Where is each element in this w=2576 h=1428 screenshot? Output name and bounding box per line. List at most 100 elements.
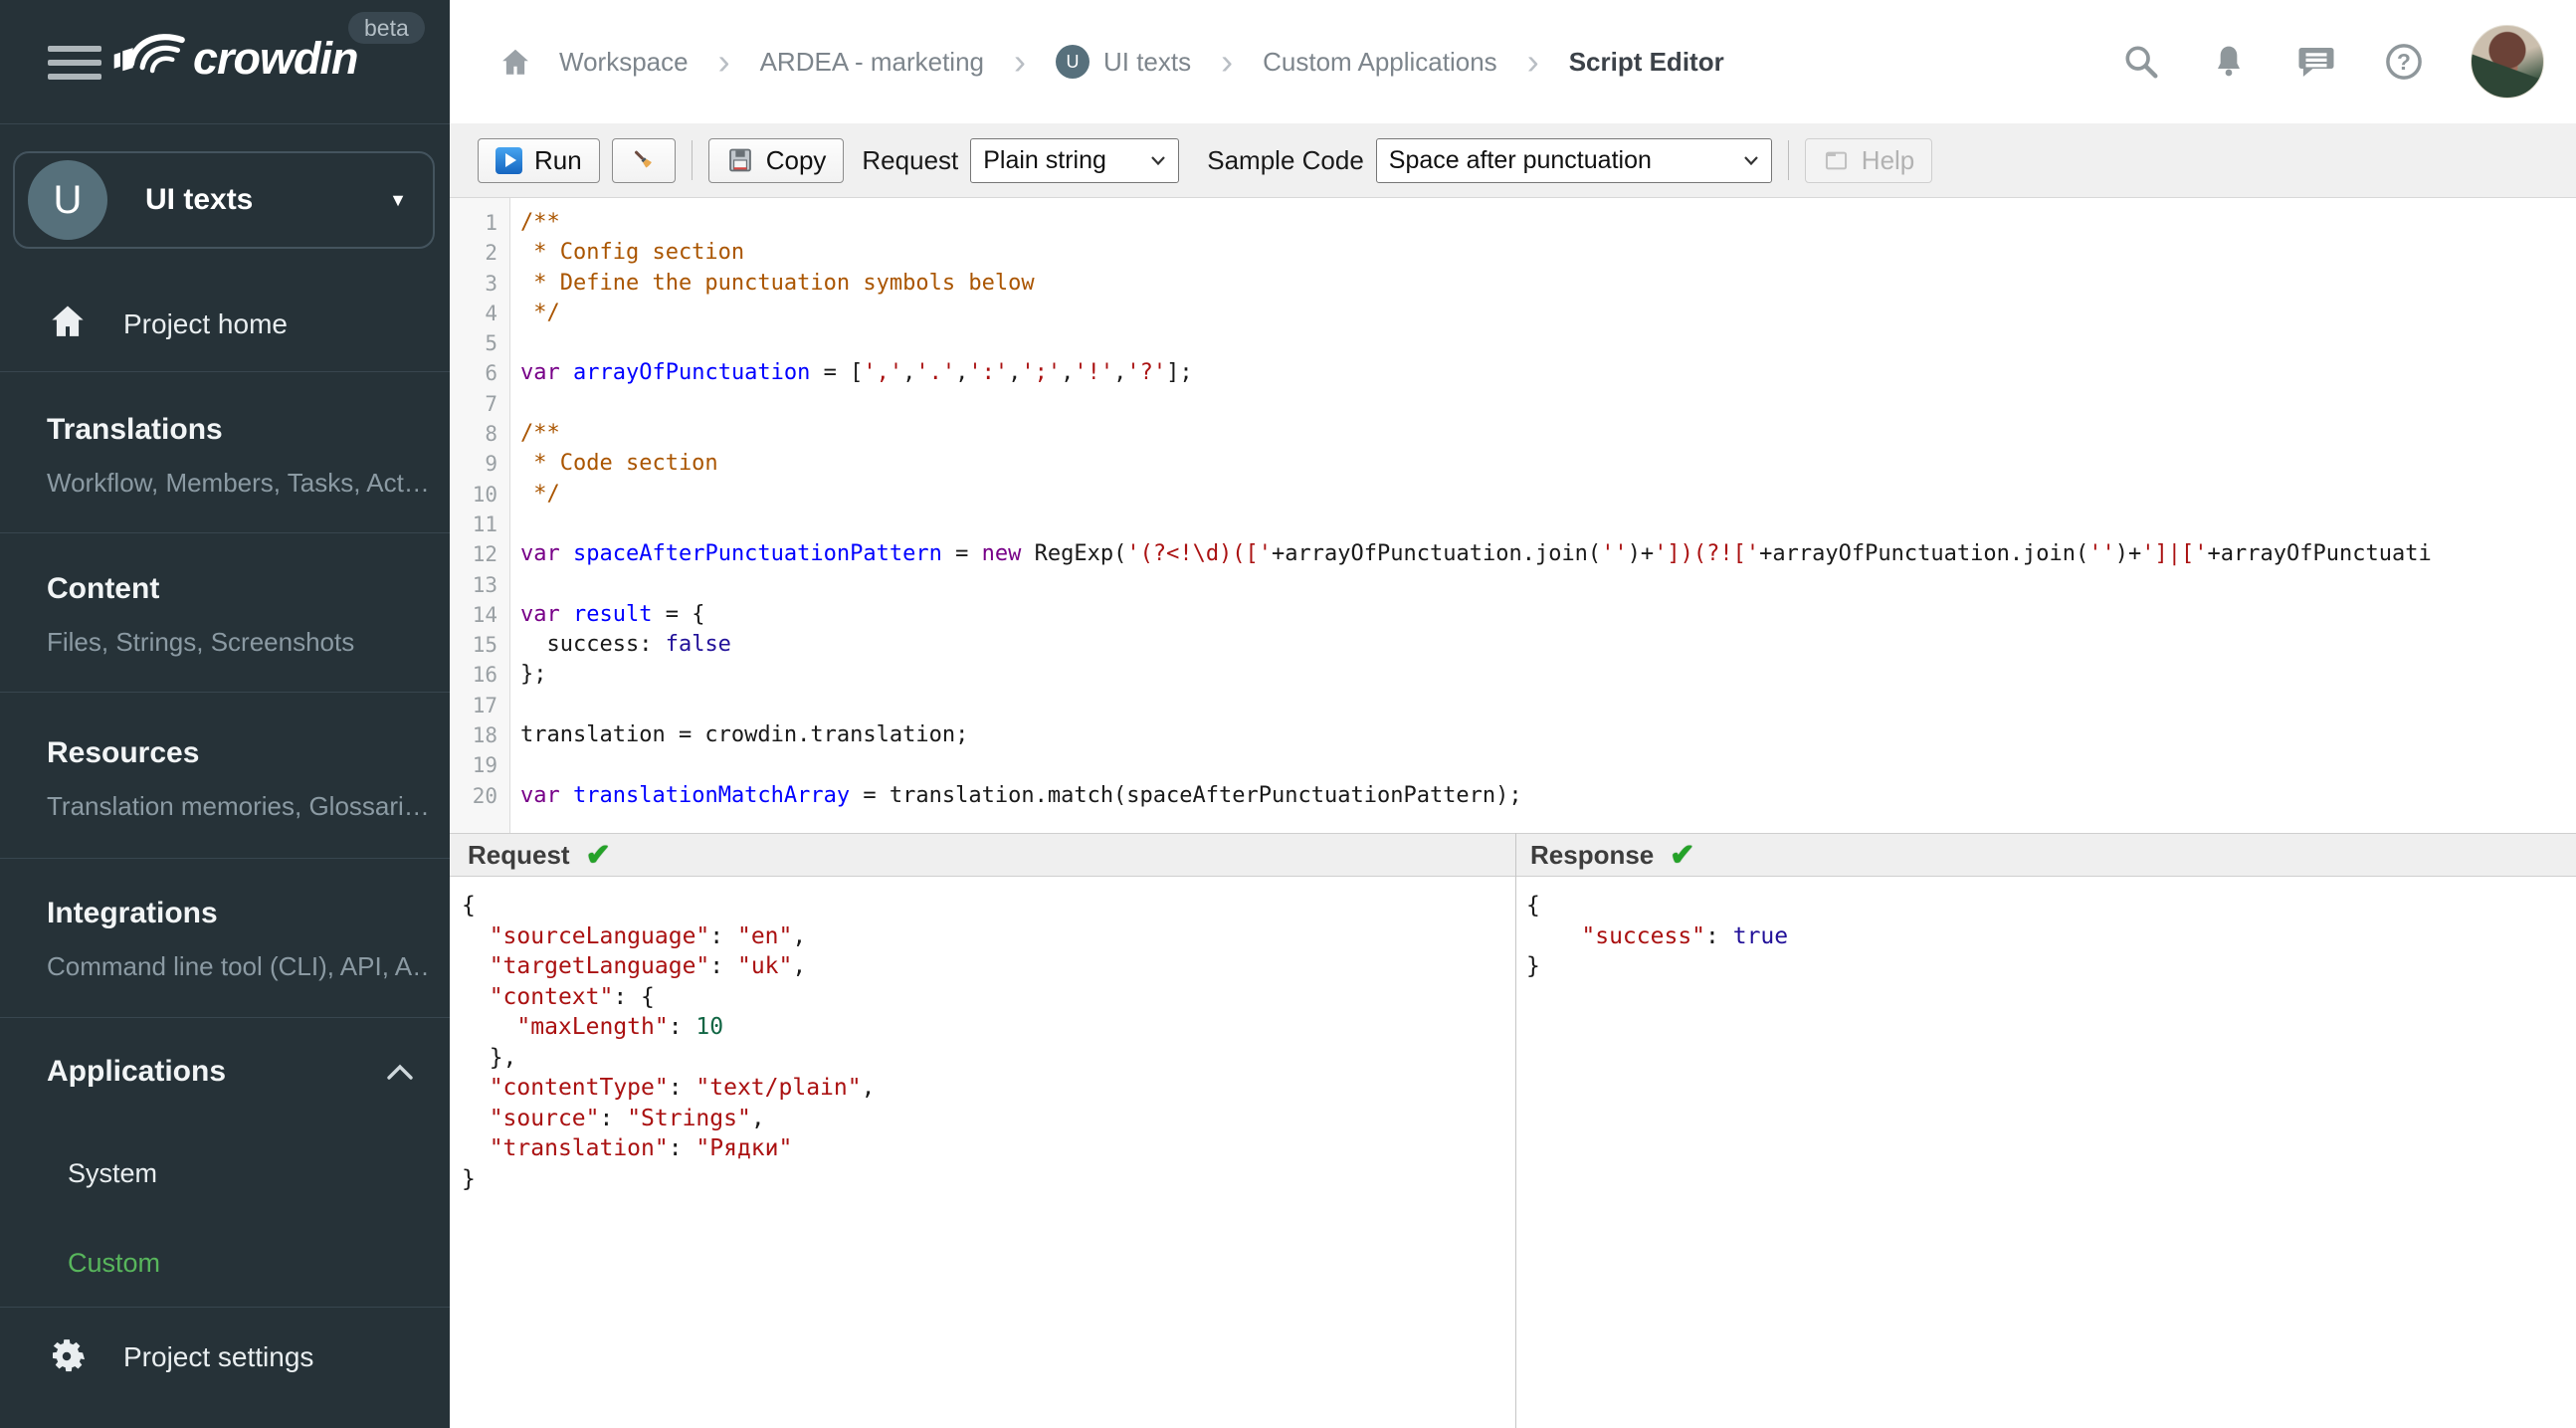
crowdin-logo-icon [113, 34, 185, 74]
caret-down-icon: ▼ [389, 189, 407, 210]
line-code: success: false [520, 632, 731, 658]
request-type-select[interactable]: Plain string [970, 137, 1180, 183]
breadcrumb-label: Custom Applications [1263, 46, 1497, 77]
brand-name: crowdin [193, 33, 359, 84]
editor-line: 10 */ [450, 480, 2576, 510]
sidebar-divider [0, 371, 450, 372]
line-code: }; [520, 662, 547, 688]
request-panel-header: Request ✔ [450, 833, 1515, 877]
breadcrumb-label: UI texts [1102, 46, 1192, 77]
json-line: { [462, 893, 476, 918]
editor-line: 18 translation = crowdin.translation; [450, 720, 2576, 750]
line-number: 20 [472, 783, 497, 808]
check-icon: ✔ [1670, 838, 1695, 872]
format-brush-button[interactable] [611, 137, 676, 183]
breadcrumb-home-icon[interactable] [497, 46, 533, 79]
check-icon: ✔ [585, 838, 611, 872]
json-line: "context": { [489, 983, 655, 1010]
json-line: { [1526, 893, 1540, 918]
messages-icon[interactable] [2295, 41, 2337, 83]
editor-line: 1 /** [450, 208, 2576, 238]
breadcrumb-item-script-editor[interactable]: Script Editor [1569, 47, 1724, 78]
line-number: 6 [485, 361, 497, 386]
topbar-icons: ? [2120, 25, 2544, 99]
line-number: 1 [485, 211, 497, 235]
breadcrumb-item-ardea-marketing[interactable]: ARDEA - marketing [760, 47, 984, 78]
sidebar-section-title: Resources [47, 736, 200, 769]
help-button[interactable]: Help [1804, 137, 1933, 183]
editor-line: 8 /** [450, 419, 2576, 449]
line-number: 17 [472, 693, 497, 717]
sidebar-section-translations[interactable]: Translations Workflow, Members, Tasks, Ac… [47, 412, 430, 499]
response-json: { "success": true} [1516, 877, 2576, 982]
svg-text:?: ? [2397, 49, 2411, 75]
json-line: "contentType": "text/plain", [489, 1075, 876, 1101]
breadcrumb-separator: › [717, 41, 730, 82]
sidebar-section-subtitle: Workflow, Members, Tasks, Act… [47, 468, 430, 498]
request-panel: Request ✔ { "sourceLanguage": "en", "tar… [450, 833, 1515, 1428]
line-number: 18 [472, 723, 497, 748]
sidebar-section-content[interactable]: Content Files, Strings, Screenshots [47, 571, 430, 658]
editor-line: 2 * Config section [450, 238, 2576, 268]
topbar: Workspace › ARDEA - marketing › U UI texts › Cu… [450, 0, 2576, 123]
sidebar-item-custom[interactable]: Custom [68, 1248, 160, 1279]
line-code: var spaceAfterPunctuationPattern = new R… [520, 541, 2432, 567]
breadcrumb-label: Script Editor [1568, 46, 1724, 77]
json-line: "targetLanguage": "uk", [489, 953, 807, 979]
sidebar-divider [0, 532, 450, 533]
editor-line: 13 [450, 570, 2576, 600]
breadcrumb-item-custom-applications[interactable]: Custom Applications [1263, 47, 1497, 78]
line-code: /** [520, 210, 560, 235]
line-number: 2 [485, 241, 497, 266]
sidebar-item-project-home[interactable]: Project home [123, 308, 288, 340]
json-line: } [462, 1165, 476, 1192]
request-json[interactable]: { "sourceLanguage": "en", "targetLanguag… [450, 877, 1515, 1194]
sample-code-select[interactable]: Space after punctuation [1375, 137, 1772, 183]
sidebar-item-project-settings[interactable]: Project settings [123, 1341, 313, 1373]
chevron-down-icon [1743, 155, 1758, 165]
request-type-label: Request [862, 144, 959, 175]
menu-icon[interactable] [48, 46, 101, 80]
editor-line: 15 success: false [450, 630, 2576, 660]
editor-line: 17 [450, 691, 2576, 720]
editor-line: 3 * Define the punctuation symbols below [450, 269, 2576, 299]
project-name: UI texts [145, 183, 254, 216]
code-editor[interactable]: 1/** 2 * Config section 3 * Define the pun… [450, 198, 2576, 833]
search-icon[interactable] [2120, 41, 2162, 83]
editor-line: 19 [450, 750, 2576, 780]
line-code: * Config section [520, 240, 745, 266]
run-button[interactable]: Run [478, 137, 600, 183]
line-code: var arrayOfPunctuation = [',','.',':',';… [520, 360, 1193, 386]
json-line: "maxLength": 10 [516, 1014, 724, 1040]
sidebar-section-subtitle: Files, Strings, Screenshots [47, 627, 355, 657]
breadcrumb-label: ARDEA - marketing [759, 46, 984, 77]
sidebar-section-resources[interactable]: Resources Translation memories, Glossari… [47, 735, 430, 822]
crowdin-logo[interactable]: crowdin [111, 28, 359, 90]
help-icon[interactable]: ? [2383, 41, 2425, 83]
notifications-bell-icon[interactable] [2208, 41, 2250, 83]
sidebar-item-applications[interactable]: Applications [47, 1055, 226, 1089]
copy-button[interactable]: Copy [707, 137, 845, 183]
beta-badge: beta [348, 12, 425, 44]
breadcrumb-item-workspace[interactable]: Workspace [559, 47, 689, 78]
home-icon [52, 306, 84, 336]
chevron-up-icon [387, 1064, 413, 1080]
project-selector[interactable]: U UI texts ▼ [13, 151, 435, 249]
line-code: /** [520, 421, 560, 447]
breadcrumb-separator: › [1526, 41, 1539, 82]
line-number: 5 [485, 331, 497, 356]
toolbar-separator [1787, 140, 1789, 180]
user-avatar[interactable] [2471, 25, 2544, 99]
line-code: */ [520, 300, 560, 325]
sidebar-section-integrations[interactable]: Integrations Command line tool (CLI), API… [47, 896, 430, 982]
sidebar-divider [0, 1307, 450, 1308]
sidebar-item-system[interactable]: System [68, 1158, 157, 1189]
breadcrumb-item-ui-texts[interactable]: U UI texts [1055, 45, 1192, 79]
save-icon [728, 148, 751, 172]
line-number: 4 [485, 301, 497, 325]
editor-line: 16}; [450, 660, 2576, 690]
